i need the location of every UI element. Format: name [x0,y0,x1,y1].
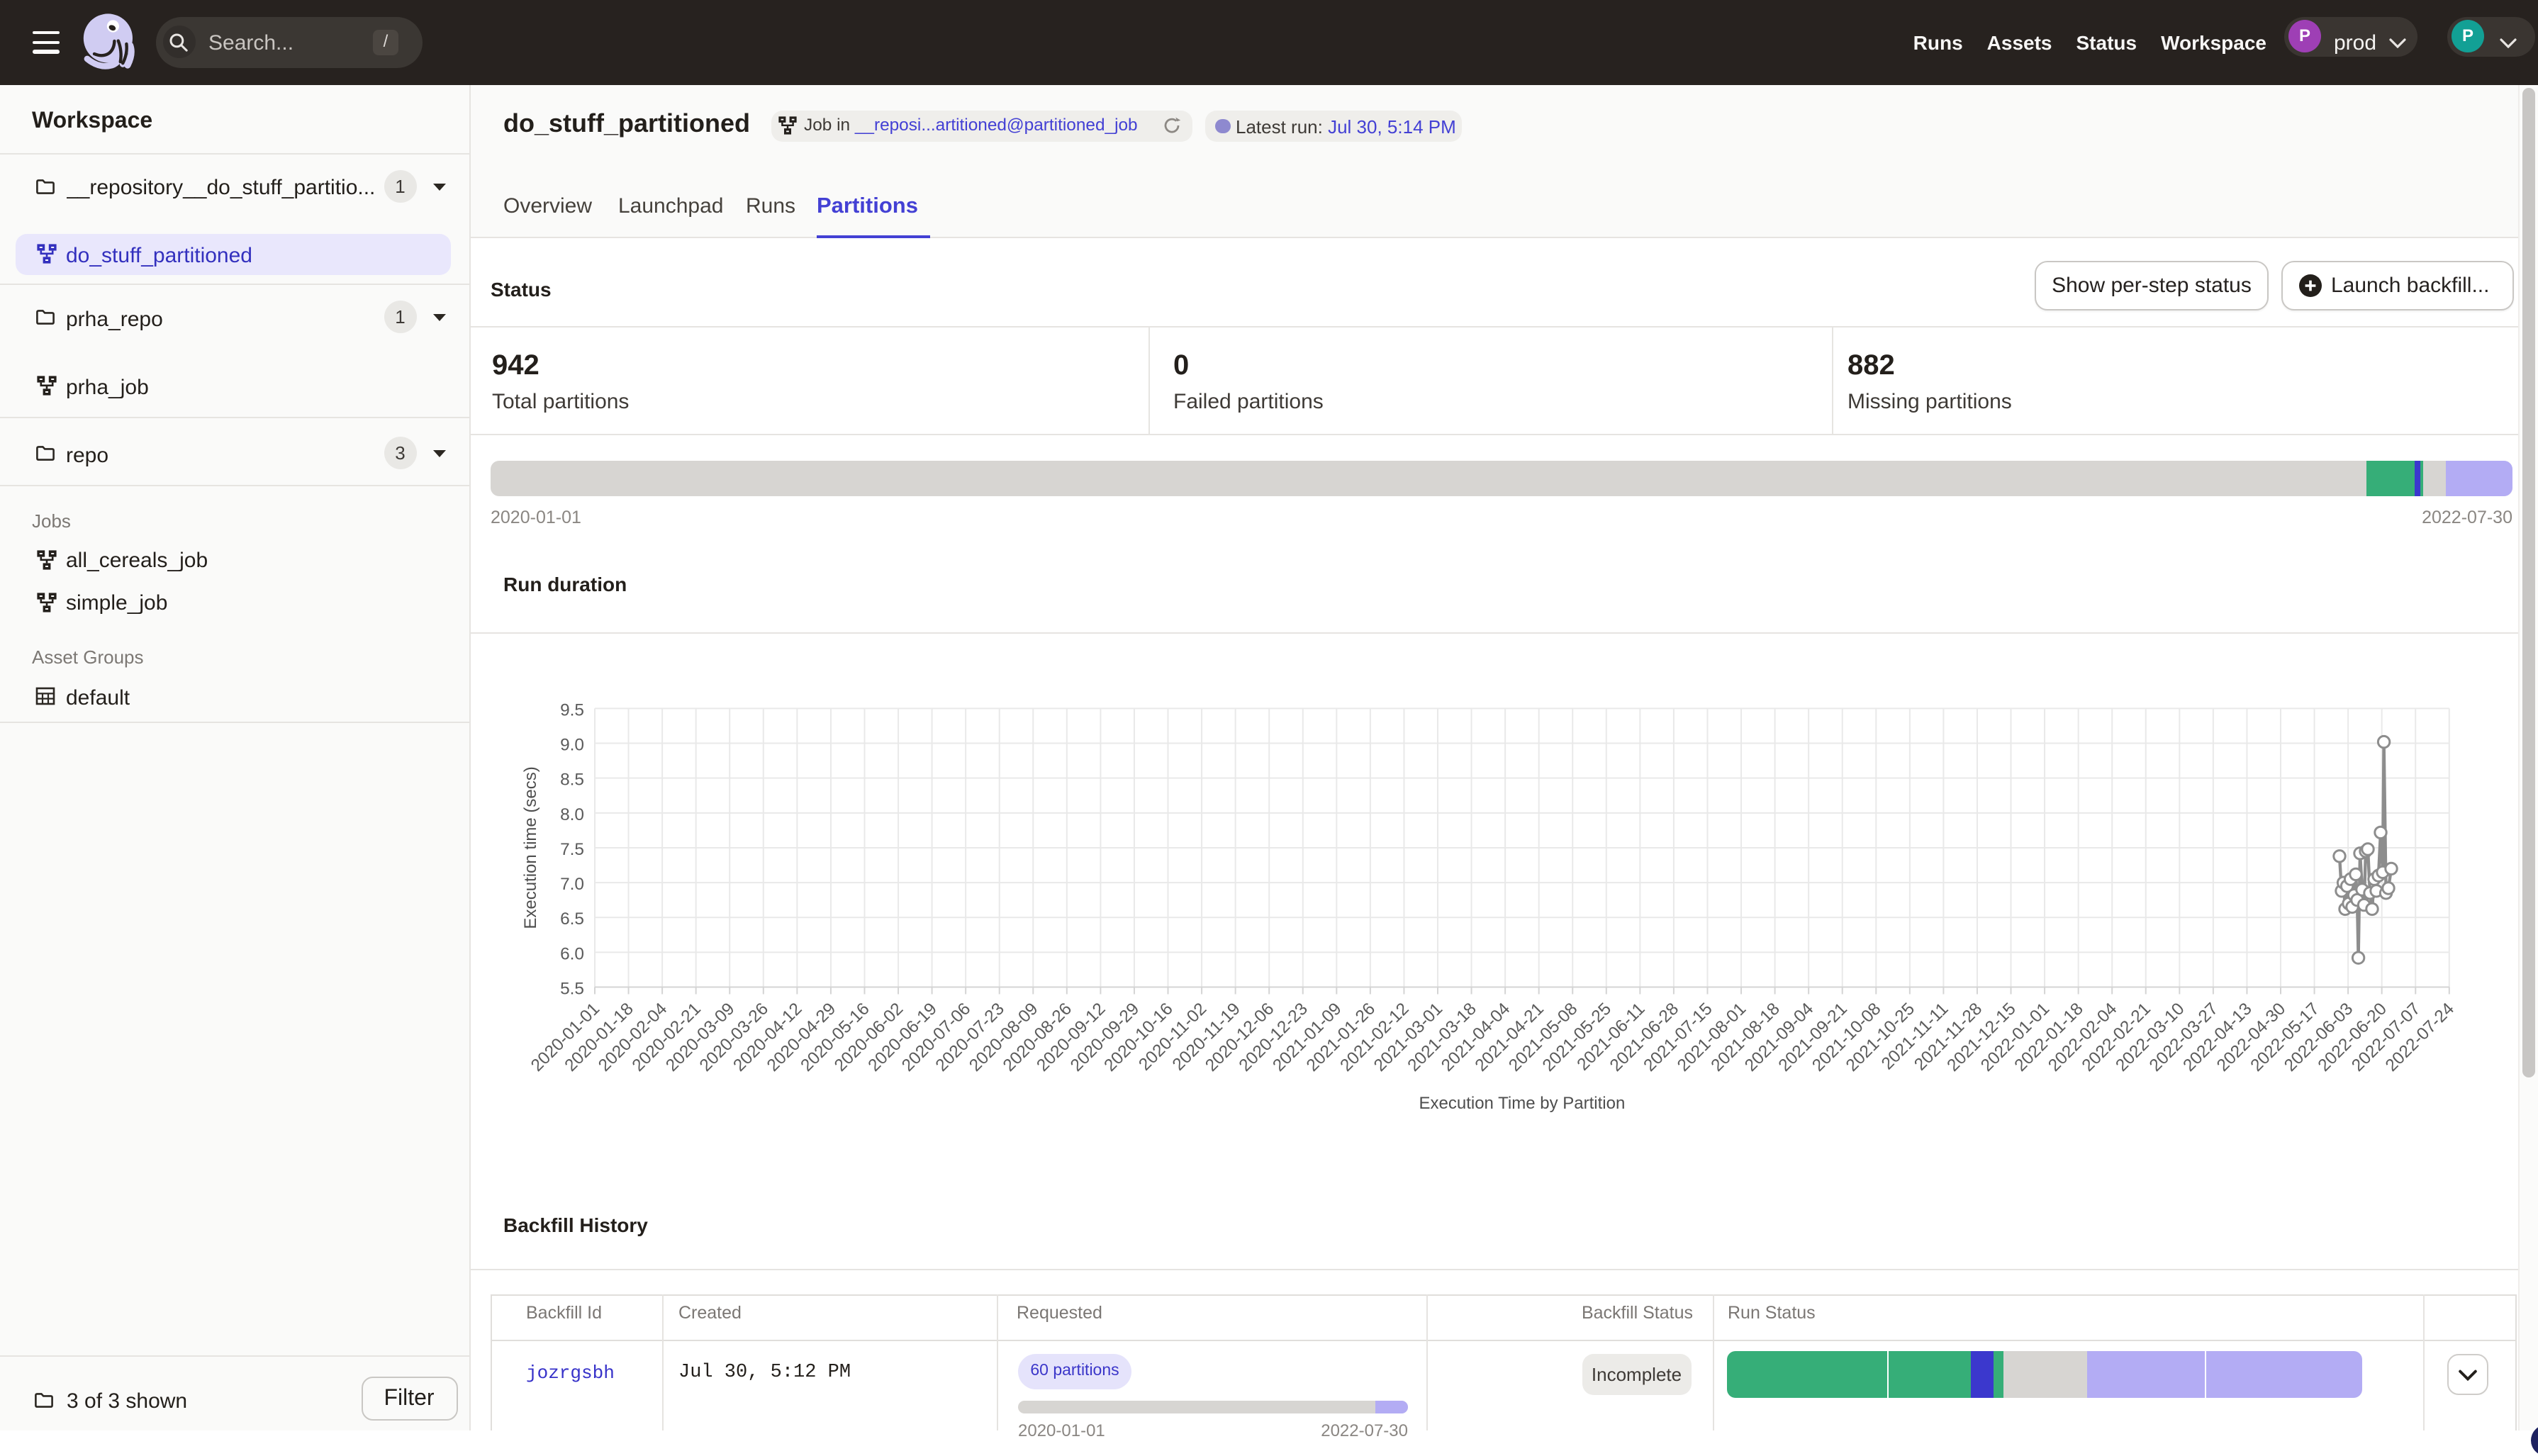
svg-text:8.5: 8.5 [559,770,583,789]
svg-text:5.5: 5.5 [559,979,583,998]
svg-text:9.0: 9.0 [559,735,583,754]
svg-text:7.0: 7.0 [559,874,583,893]
svg-text:6.5: 6.5 [559,909,583,928]
svg-text:7.5: 7.5 [559,839,583,858]
svg-text:Execution time (secs): Execution time (secs) [520,766,540,928]
svg-text:6.0: 6.0 [559,943,583,963]
svg-text:Execution Time by Partition: Execution Time by Partition [1418,1093,1624,1112]
svg-text:8.0: 8.0 [559,805,583,824]
svg-text:9.5: 9.5 [559,700,583,719]
